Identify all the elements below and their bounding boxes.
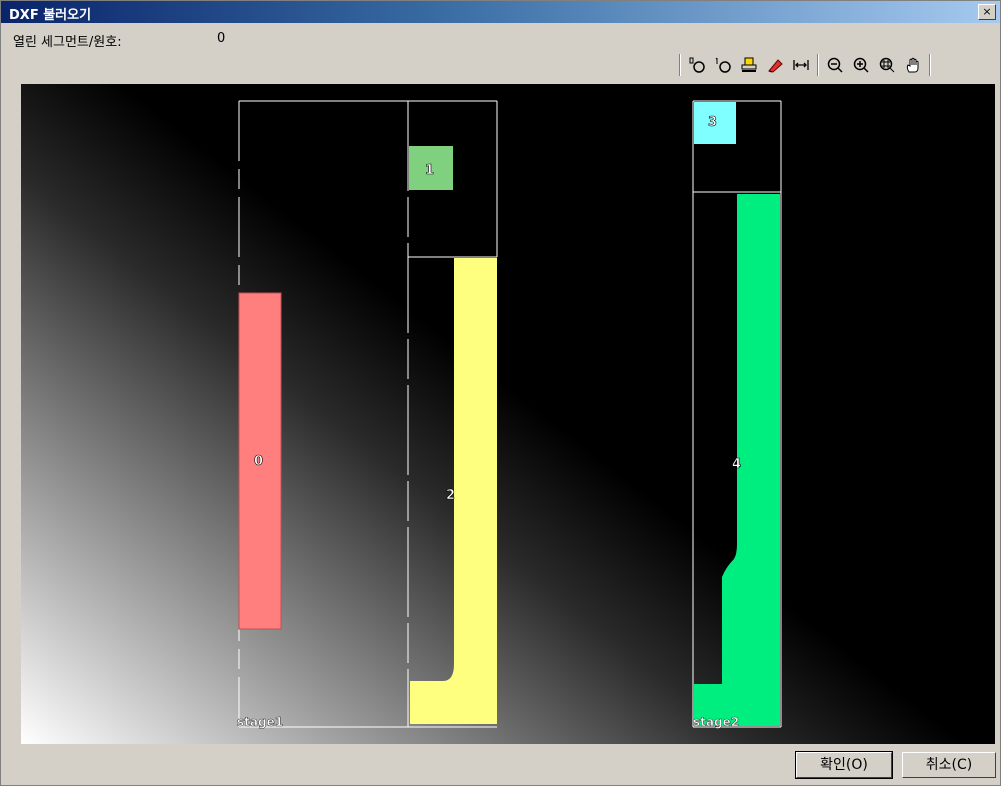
zoom-out-icon[interactable] xyxy=(825,54,845,76)
pan-hand-icon[interactable] xyxy=(903,54,923,76)
segment-label-3: 3 xyxy=(708,115,717,130)
cancel-button[interactable]: 취소(C) xyxy=(902,752,996,778)
segment-label-0: 0 xyxy=(254,454,263,469)
point-end-icon[interactable] xyxy=(713,54,733,76)
segment-label-4: 4 xyxy=(732,457,741,472)
segment-label-2: 2 xyxy=(446,488,455,503)
zoom-extents-icon[interactable] xyxy=(877,54,897,76)
drawing-svg: 0 1 2 3 4 stage1 stage2 xyxy=(237,100,782,729)
fit-width-icon[interactable] xyxy=(791,54,811,76)
drawing-canvas[interactable]: 0 1 2 3 4 stage1 stage2 xyxy=(21,84,995,744)
open-segment-count: 0 xyxy=(217,31,226,46)
ok-button[interactable]: 확인(O) xyxy=(795,751,893,779)
eraser-icon[interactable] xyxy=(765,54,785,76)
open-segment-label: 열린 세그먼트/원호: xyxy=(13,35,122,50)
stage-label-1: stage1 xyxy=(237,715,283,729)
print-icon[interactable] xyxy=(739,54,759,76)
toolbar-separator xyxy=(679,54,681,76)
close-button[interactable]: × xyxy=(978,4,996,20)
zoom-in-icon[interactable] xyxy=(851,54,871,76)
point-start-icon[interactable] xyxy=(687,54,707,76)
window-title: DXF 불러오기 xyxy=(9,8,92,23)
toolbar-separator xyxy=(817,54,819,76)
title-bar[interactable]: DXF 불러오기 × xyxy=(1,1,1000,23)
toolbar xyxy=(679,51,931,79)
stage-label-2: stage2 xyxy=(693,715,739,729)
segment-label-1: 1 xyxy=(425,163,434,178)
dxf-import-dialog: DXF 불러오기 × 열린 세그먼트/원호: 0 0 1 2 3 4 stage… xyxy=(0,0,1001,786)
toolbar-separator xyxy=(929,54,931,76)
